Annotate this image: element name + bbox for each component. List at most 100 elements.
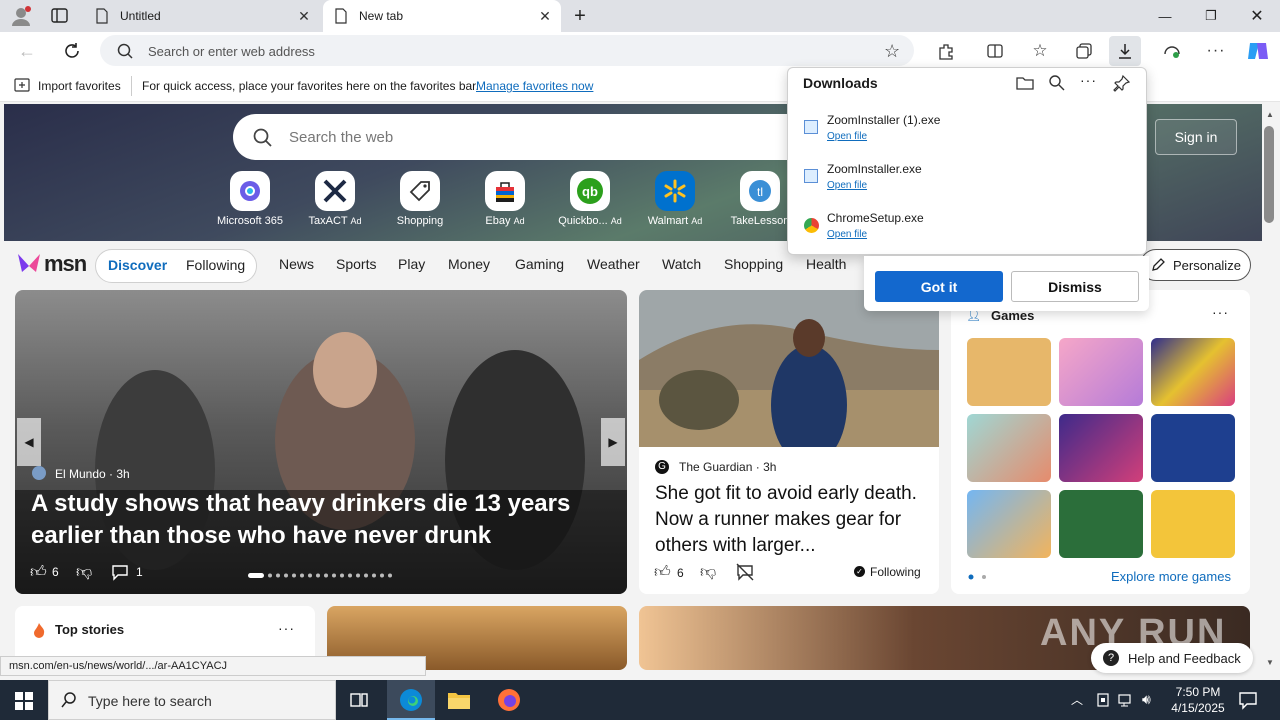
explore-more-games-link[interactable]: Explore more games bbox=[1111, 569, 1231, 584]
scroll-up-icon[interactable]: ▲ bbox=[1266, 110, 1274, 119]
nav-news[interactable]: News bbox=[279, 256, 314, 272]
thumbs-down-icon[interactable]: 👎︎ bbox=[76, 563, 94, 581]
profile-icon[interactable] bbox=[10, 5, 32, 27]
dismiss-button[interactable]: Dismiss bbox=[1011, 271, 1139, 302]
open-file-link[interactable]: Open file bbox=[827, 229, 867, 240]
msn-logo-text[interactable]: msn bbox=[44, 251, 87, 277]
tile-label: Ebay bbox=[485, 215, 511, 227]
guardian-logo-icon: G bbox=[655, 460, 669, 474]
download-item[interactable]: ChromeSetup.exe Open file bbox=[802, 205, 1132, 251]
close-tab-icon[interactable]: ✕ bbox=[537, 8, 553, 24]
carousel-prev-icon[interactable]: ◀ bbox=[17, 418, 41, 466]
tile-label: Shopping bbox=[396, 215, 444, 227]
close-tab-icon[interactable]: ✕ bbox=[296, 8, 312, 24]
thumbs-up-icon[interactable]: 👍︎ bbox=[30, 563, 48, 581]
downloads-icon[interactable] bbox=[1109, 36, 1141, 66]
favorite-star-icon[interactable]: ☆ bbox=[884, 41, 904, 61]
nav-money[interactable]: Money bbox=[448, 256, 490, 272]
main-story-headline[interactable]: A study shows that heavy drinkers die 13… bbox=[31, 488, 591, 552]
volume-icon[interactable]: 🔊︎ bbox=[1142, 691, 1151, 708]
device-icon[interactable] bbox=[1096, 692, 1110, 708]
taskbar-search-placeholder: Type here to search bbox=[88, 693, 212, 709]
download-filename: ZoomInstaller (1).exe bbox=[827, 113, 941, 127]
refresh-icon[interactable] bbox=[62, 41, 82, 61]
tile-shopping[interactable]: Shopping bbox=[380, 171, 460, 227]
tab-untitled[interactable]: Untitled ✕ bbox=[84, 0, 320, 32]
thumbs-down-icon[interactable]: 👎︎ bbox=[700, 563, 718, 581]
performance-icon[interactable] bbox=[1156, 36, 1188, 66]
tile-taxact[interactable]: TaxACT Ad bbox=[295, 171, 375, 227]
tile-walmart[interactable]: Walmart Ad bbox=[635, 171, 715, 227]
tile-quickbooks[interactable]: qb Quickbo... Ad bbox=[550, 171, 630, 227]
tray-chevron-icon[interactable]: ︿ bbox=[1071, 691, 1083, 708]
nav-gaming[interactable]: Gaming bbox=[515, 256, 564, 272]
following-tab[interactable]: Following bbox=[186, 257, 245, 273]
thumbs-up-icon[interactable]: 👍︎ bbox=[654, 563, 672, 581]
pin-icon[interactable] bbox=[1113, 74, 1131, 92]
tile-ebay[interactable]: Ebay Ad bbox=[465, 171, 545, 227]
nav-watch[interactable]: Watch bbox=[662, 256, 701, 272]
scroll-down-icon[interactable]: ▼ bbox=[1266, 658, 1274, 667]
scrollbar-thumb[interactable] bbox=[1264, 126, 1274, 223]
game-tile-bubble-shooter[interactable] bbox=[1059, 414, 1143, 482]
network-icon[interactable] bbox=[1118, 692, 1136, 708]
story-age: 3h bbox=[763, 460, 777, 474]
clock[interactable]: 7:50 PM 4/15/2025 bbox=[1168, 684, 1228, 716]
tab-new-tab[interactable]: New tab ✕ bbox=[323, 0, 561, 32]
comments-off-icon[interactable] bbox=[736, 563, 754, 581]
game-tile-makeup[interactable] bbox=[1059, 338, 1143, 406]
game-tile-blocks[interactable] bbox=[1151, 414, 1235, 482]
game-tile-hospital[interactable] bbox=[967, 414, 1051, 482]
restore-icon[interactable]: ❐ bbox=[1188, 0, 1234, 32]
notifications-icon[interactable] bbox=[1238, 690, 1258, 710]
games-more-icon[interactable]: ··· bbox=[1212, 304, 1229, 320]
favorites-icon[interactable]: ☆ bbox=[1024, 36, 1056, 66]
open-file-link[interactable]: Open file bbox=[827, 180, 867, 191]
got-it-button[interactable]: Got it bbox=[875, 271, 1003, 302]
back-icon[interactable]: ← bbox=[18, 41, 38, 61]
new-tab-icon[interactable]: + bbox=[570, 6, 590, 26]
copilot-icon[interactable] bbox=[1245, 39, 1271, 63]
collections-icon[interactable] bbox=[1068, 36, 1100, 66]
import-favorites-button[interactable]: Import favorites bbox=[38, 79, 121, 93]
following-label[interactable]: Following bbox=[870, 565, 921, 579]
game-tile-town[interactable] bbox=[967, 490, 1051, 558]
windows-start-icon[interactable] bbox=[14, 691, 34, 711]
open-file-link[interactable]: Open file bbox=[827, 131, 867, 142]
download-filename: ZoomInstaller.exe bbox=[827, 162, 922, 176]
game-tile-cube[interactable] bbox=[1151, 490, 1235, 558]
nav-play[interactable]: Play bbox=[398, 256, 425, 272]
nav-weather[interactable]: Weather bbox=[587, 256, 640, 272]
side-story-headline[interactable]: She got fit to avoid early death. Now a … bbox=[655, 481, 925, 559]
game-tile-wood-screw[interactable] bbox=[967, 338, 1051, 406]
top-stories-more-icon[interactable]: ··· bbox=[278, 620, 295, 636]
task-view-icon[interactable] bbox=[349, 690, 369, 710]
split-screen-icon[interactable] bbox=[979, 36, 1011, 66]
nav-shopping[interactable]: Shopping bbox=[724, 256, 783, 272]
extensions-icon[interactable] bbox=[930, 36, 962, 66]
firefox-icon[interactable] bbox=[497, 688, 521, 712]
game-tile-mahjong[interactable] bbox=[1059, 490, 1143, 558]
open-folder-icon[interactable] bbox=[1016, 75, 1034, 91]
manage-favorites-link[interactable]: Manage favorites now bbox=[476, 79, 593, 93]
search-icon bbox=[252, 127, 272, 147]
downloads-more-icon[interactable]: ··· bbox=[1080, 72, 1097, 88]
tile-microsoft-365[interactable]: Microsoft 365 bbox=[210, 171, 290, 227]
download-item[interactable]: ZoomInstaller (1).exe Open file bbox=[802, 107, 1132, 153]
comment-icon[interactable] bbox=[111, 563, 129, 581]
more-menu-icon[interactable]: ··· bbox=[1200, 36, 1232, 66]
game-tile-jewels[interactable] bbox=[1151, 338, 1235, 406]
file-explorer-icon[interactable] bbox=[447, 689, 471, 711]
nav-health[interactable]: Health bbox=[806, 256, 846, 272]
carousel-dots[interactable] bbox=[248, 573, 396, 579]
discover-tab[interactable]: Discover bbox=[108, 257, 167, 273]
tab-actions-icon[interactable] bbox=[50, 7, 70, 25]
close-window-icon[interactable]: ✕ bbox=[1234, 0, 1280, 32]
search-downloads-icon[interactable] bbox=[1048, 74, 1066, 92]
download-item[interactable]: ZoomInstaller.exe Open file bbox=[802, 156, 1132, 202]
games-page-dots[interactable] bbox=[968, 574, 988, 580]
sign-in-button[interactable]: Sign in bbox=[1155, 119, 1237, 155]
minimize-icon[interactable]: — bbox=[1142, 0, 1188, 32]
nav-sports[interactable]: Sports bbox=[336, 256, 376, 272]
carousel-next-icon[interactable]: ▶ bbox=[601, 418, 625, 466]
